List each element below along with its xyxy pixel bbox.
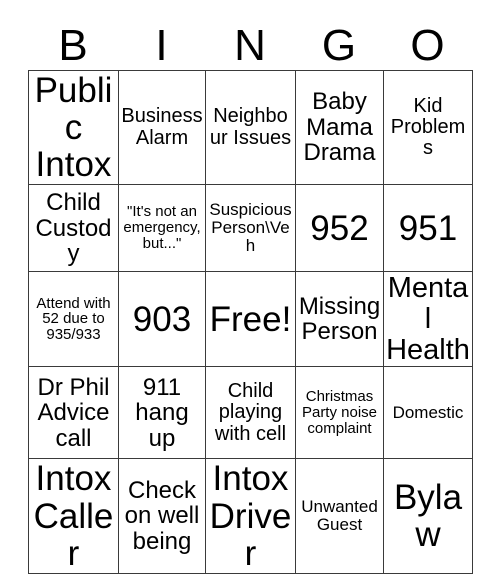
bingo-cell-label: Check on well being bbox=[124, 476, 200, 555]
bingo-cell[interactable]: Intox Driver bbox=[205, 458, 296, 574]
bingo-cell-label: Domestic bbox=[392, 402, 464, 422]
bingo-cell-label: "It's not an emergency, but..." bbox=[123, 203, 201, 253]
bingo-cell[interactable]: 903 bbox=[118, 271, 206, 368]
bingo-cell[interactable]: Unwanted Guest bbox=[295, 458, 384, 574]
bingo-cell-label: 903 bbox=[132, 299, 192, 339]
bingo-cell[interactable]: Baby Mama Drama bbox=[295, 69, 384, 186]
bingo-cell-label: Child Custody bbox=[35, 189, 112, 267]
bingo-cell[interactable]: Child playing with cell bbox=[205, 366, 296, 460]
bingo-cell-label: Business Alarm bbox=[121, 105, 203, 149]
bingo-cell-label: Bylaw bbox=[393, 478, 463, 555]
bingo-cell-label: Child playing with cell bbox=[214, 380, 287, 445]
bingo-header-letter-g: G bbox=[321, 21, 357, 70]
bingo-cell-label: Attend with 52 due to 935/933 bbox=[36, 294, 111, 344]
bingo-cell-label: 952 bbox=[310, 208, 369, 248]
bingo-row: Child Custody "It's not an emergency, bu… bbox=[28, 184, 473, 273]
bingo-cell[interactable]: Check on well being bbox=[118, 458, 206, 574]
bingo-cell[interactable]: Dr Phil Advice call bbox=[28, 366, 119, 460]
bingo-cell[interactable]: Attend with 52 due to 935/933 bbox=[28, 271, 119, 368]
bingo-cell[interactable]: Neighbour Issues bbox=[205, 69, 296, 186]
bingo-cell-label: Suspicious Person\Veh bbox=[209, 200, 292, 256]
bingo-header-letter-b: B bbox=[58, 21, 88, 70]
bingo-cell-label: Unwanted Guest bbox=[301, 497, 378, 535]
bingo-cell[interactable]: Public Intox bbox=[28, 69, 119, 186]
bingo-grid: Public Intox Business Alarm Neighbour Is… bbox=[28, 69, 473, 574]
bingo-cell-label: 911 hang up bbox=[135, 373, 189, 452]
bingo-cell[interactable]: Child Custody bbox=[28, 184, 119, 273]
bingo-cell[interactable]: Bylaw bbox=[383, 458, 473, 574]
bingo-cell[interactable]: Mental Health bbox=[383, 271, 473, 368]
bingo-cell-label: 951 bbox=[398, 208, 458, 248]
bingo-cell-label: Intox Caller bbox=[33, 459, 114, 573]
bingo-cell-label: Public Intox bbox=[34, 71, 113, 185]
bingo-card: B I N G O Public Intox Business Alarm Ne… bbox=[28, 12, 473, 574]
bingo-cell[interactable]: 951 bbox=[383, 184, 473, 273]
bingo-row: Dr Phil Advice call 911 hang up Child pl… bbox=[28, 366, 473, 460]
bingo-cell-label: Dr Phil Advice call bbox=[37, 373, 110, 452]
bingo-cell-label: Baby Mama Drama bbox=[303, 88, 376, 167]
bingo-cell[interactable]: Business Alarm bbox=[118, 69, 206, 186]
bingo-cell[interactable]: Intox Caller bbox=[28, 458, 119, 574]
bingo-cell-label: Neighbour Issues bbox=[209, 105, 292, 149]
bingo-cell-label: Intox Driver bbox=[209, 459, 292, 573]
bingo-cell[interactable]: Christmas Party noise complaint bbox=[295, 366, 384, 460]
bingo-row: Intox Caller Check on well being Intox D… bbox=[28, 458, 473, 574]
bingo-header-letter-o: O bbox=[410, 21, 445, 70]
bingo-cell-label: Missing Person bbox=[298, 292, 381, 346]
bingo-row: Attend with 52 due to 935/933 903 Free! … bbox=[28, 271, 473, 368]
bingo-cell[interactable]: 911 hang up bbox=[118, 366, 206, 460]
bingo-cell[interactable]: Kid Problems bbox=[383, 69, 473, 186]
bingo-cell[interactable]: Domestic bbox=[383, 366, 473, 460]
bingo-cell-label: Mental Health bbox=[386, 272, 470, 366]
bingo-row: Public Intox Business Alarm Neighbour Is… bbox=[28, 69, 473, 186]
bingo-cell[interactable]: 952 bbox=[295, 184, 384, 273]
bingo-cell-label: Christmas Party noise complaint bbox=[301, 388, 378, 437]
bingo-cell[interactable]: "It's not an emergency, but..." bbox=[118, 184, 206, 273]
bingo-header-row: B I N G O bbox=[28, 12, 472, 70]
bingo-cell-free-space[interactable]: Free! bbox=[205, 271, 296, 368]
bingo-cell[interactable]: Missing Person bbox=[295, 271, 384, 368]
bingo-cell-label: Kid Problems bbox=[390, 94, 466, 160]
bingo-cell[interactable]: Suspicious Person\Veh bbox=[205, 184, 296, 273]
bingo-free-space-label: Free! bbox=[209, 299, 292, 339]
bingo-header-letter-i: I bbox=[155, 21, 168, 70]
bingo-header-letter-n: N bbox=[234, 21, 266, 70]
